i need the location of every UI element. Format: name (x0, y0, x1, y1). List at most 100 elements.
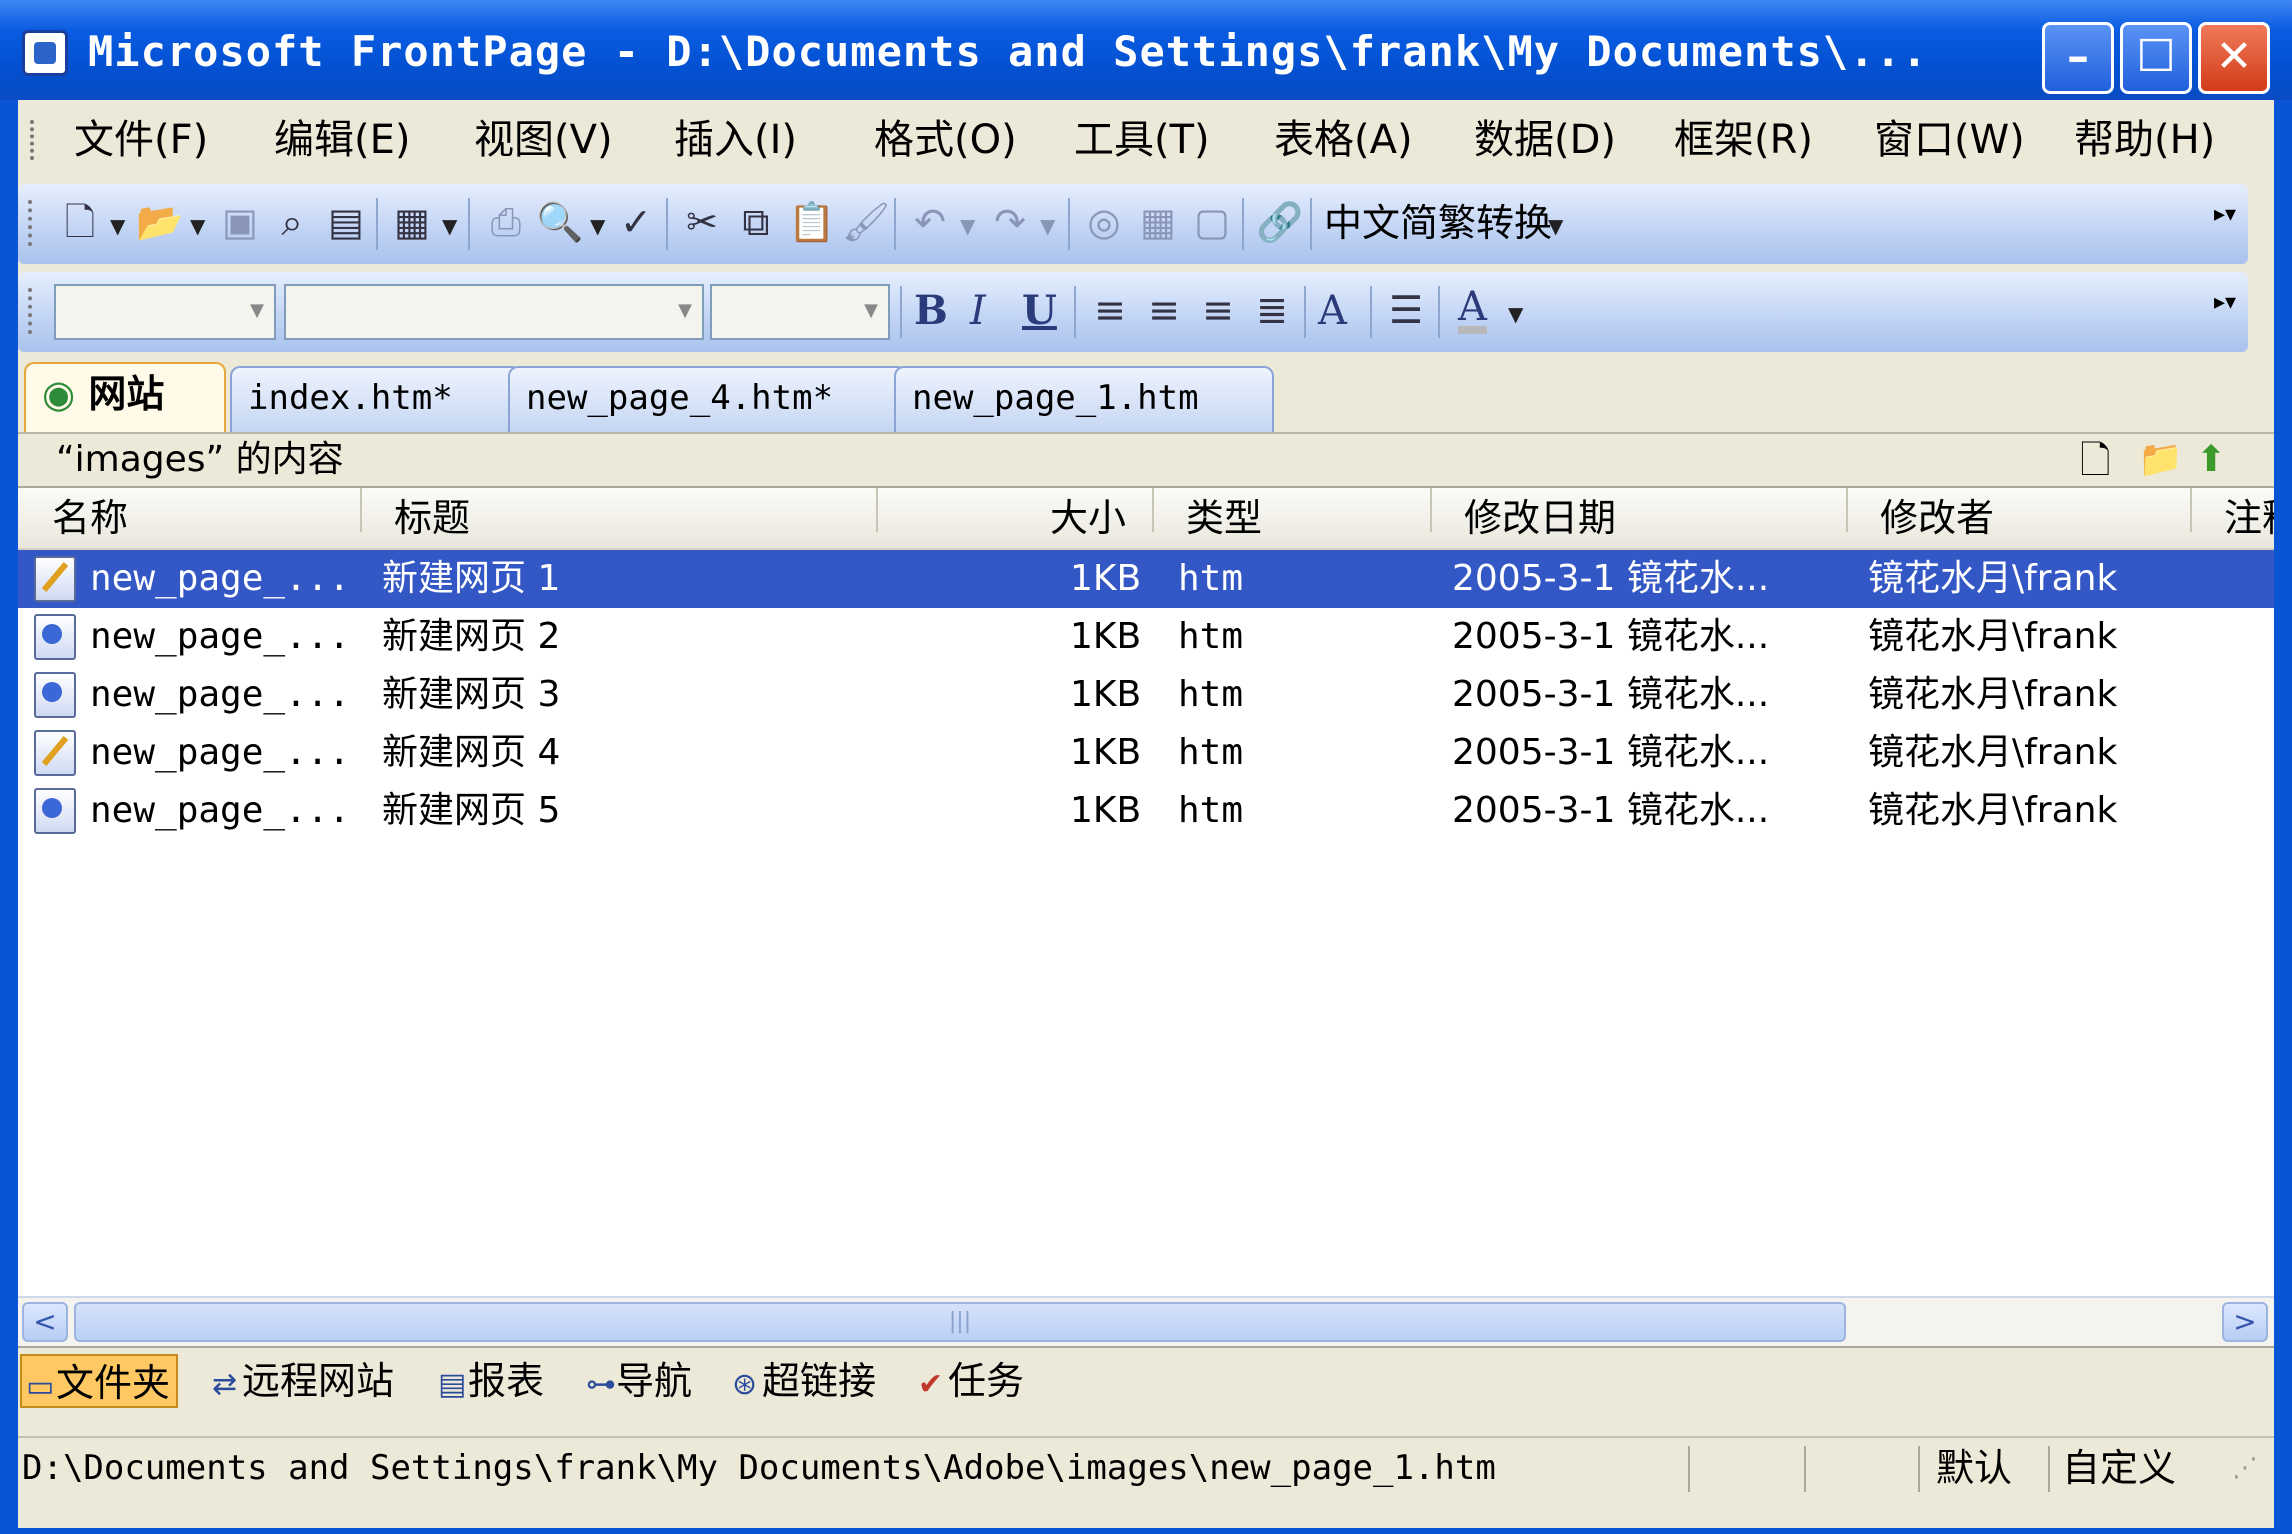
toolbar-options-icon[interactable]: ▸▾ (2214, 192, 2236, 238)
frontpage-app-icon[interactable] (22, 30, 68, 76)
column-size[interactable]: 大小 (1050, 488, 1126, 548)
tab-new-page-4[interactable]: new_page_4.htm* (508, 366, 908, 432)
column-modified-by[interactable]: 修改者 (1880, 488, 1994, 548)
cut-icon[interactable]: ✂ (680, 200, 724, 244)
tab-index-htm[interactable]: index.htm* (230, 366, 522, 432)
close-button[interactable]: ✕ (2198, 22, 2270, 94)
insert-table-icon[interactable]: ▦ (1136, 200, 1180, 244)
column-divider[interactable] (1152, 488, 1154, 532)
menu-edit[interactable]: 编辑(E) (274, 114, 410, 166)
scroll-thumb[interactable]: ||| (74, 1302, 1846, 1342)
preview-dropdown-arrow[interactable]: ▼ (590, 214, 605, 238)
toolbar-grip[interactable] (28, 200, 38, 246)
column-comments[interactable]: 注释 (2224, 488, 2274, 548)
menu-file[interactable]: 文件(F) (74, 114, 208, 166)
column-divider[interactable] (876, 488, 878, 532)
table-row[interactable]: new_page_... 新建网页 2 1KB htm 2005-3-1 镜花水… (18, 608, 2274, 666)
font-color-arrow[interactable]: ▼ (1508, 302, 1523, 326)
open-folder-icon[interactable]: 📂 (136, 200, 183, 244)
column-type[interactable]: 类型 (1186, 488, 1262, 548)
column-divider[interactable] (1846, 488, 1848, 532)
insert-layer-icon[interactable]: ▢ (1190, 200, 1234, 244)
chinese-convert-button[interactable]: 中文简繁转换 (1324, 200, 1552, 246)
scroll-left-button[interactable]: < (22, 1302, 68, 1342)
menu-help[interactable]: 帮助(H) (2074, 114, 2215, 166)
font-color-button[interactable]: A (1458, 287, 1487, 334)
spelling-icon[interactable]: ✓ (614, 200, 658, 244)
redo-icon[interactable]: ↷ (988, 200, 1032, 244)
align-left-icon[interactable]: ≡ (1088, 288, 1132, 332)
undo-icon[interactable]: ↶ (908, 200, 952, 244)
new-folder-icon[interactable]: 📁 (2138, 440, 2183, 480)
up-folder-icon[interactable]: ⬆ (2196, 440, 2236, 480)
undo-dropdown-arrow[interactable]: ▼ (960, 214, 975, 238)
column-divider[interactable] (360, 488, 362, 532)
table-row[interactable]: new_page_... 新建网页 5 1KB htm 2005-3-1 镜花水… (18, 782, 2274, 840)
font-combo-arrow[interactable]: ▼ (678, 300, 692, 321)
new-page-icon[interactable]: 🗋 (58, 200, 102, 244)
view-reports[interactable]: ▤报表 (434, 1354, 550, 1408)
style-combo-arrow[interactable]: ▼ (250, 300, 264, 321)
menu-grip[interactable] (30, 120, 40, 160)
toggle-pane-icon[interactable]: ▦ (390, 200, 434, 244)
menu-window[interactable]: 窗口(W) (1874, 114, 2025, 166)
align-right-icon[interactable]: ≡ (1196, 288, 1240, 332)
increase-font-button[interactable]: A (1318, 288, 1347, 334)
view-hyperlinks[interactable]: ⊛ 超链接 (728, 1354, 882, 1408)
table-row[interactable]: new_page_... 新建网页 1 1KB htm 2005-3-1 镜花水… (18, 550, 2274, 608)
view-tasks[interactable]: ✔ 任务 (914, 1354, 1030, 1408)
menu-view[interactable]: 视图(V) (474, 114, 613, 166)
view-folders[interactable]: ▭文件夹 (20, 1354, 179, 1408)
new-page-icon[interactable]: 🗋 (2080, 440, 2120, 480)
status-default[interactable]: 默认 (1936, 1438, 2012, 1498)
redo-dropdown-arrow[interactable]: ▼ (1040, 214, 1055, 238)
menu-insert[interactable]: 插入(I) (674, 114, 797, 166)
underline-button[interactable]: U (1022, 288, 1057, 334)
column-divider[interactable] (2190, 488, 2192, 532)
bullet-list-icon[interactable]: ☰ (1384, 288, 1428, 332)
tab-website[interactable]: ◉ 网站 (24, 362, 226, 434)
copy-icon[interactable]: ⧉ (734, 200, 778, 244)
status-custom[interactable]: 自定义 (2062, 1438, 2176, 1498)
menu-table[interactable]: 表格(A) (1274, 114, 1413, 166)
save-icon[interactable]: ▣ (218, 200, 262, 244)
table-row[interactable]: new_page_... 新建网页 4 1KB htm 2005-3-1 镜花水… (18, 724, 2274, 782)
view-remote-site[interactable]: ⇄ 远程网站 (208, 1354, 400, 1408)
preview-icon[interactable]: 🔍 (536, 200, 583, 244)
format-toolbar-grip[interactable] (28, 288, 38, 334)
paste-icon[interactable]: 📋 (788, 200, 835, 244)
format-toolbar-options-icon[interactable]: ▸▾ (2214, 280, 2236, 326)
column-name[interactable]: 名称 (52, 488, 128, 548)
italic-button[interactable]: I (970, 288, 986, 334)
scroll-right-button[interactable]: > (2222, 1302, 2268, 1342)
menu-format[interactable]: 格式(O) (874, 114, 1017, 166)
menu-frames[interactable]: 框架(R) (1674, 114, 1813, 166)
hyperlink-icon[interactable]: 🔗 (1256, 200, 1303, 244)
menu-data[interactable]: 数据(D) (1474, 114, 1616, 166)
font-combo[interactable]: ▼ (284, 284, 704, 340)
resize-grip-icon[interactable]: ⋰ (2232, 1438, 2258, 1498)
font-size-combo-arrow[interactable]: ▼ (864, 300, 878, 321)
publish-icon[interactable]: ▤ (324, 200, 368, 244)
format-painter-icon[interactable]: 🖌 (842, 200, 890, 244)
tab-new-page-1[interactable]: new_page_1.htm (894, 366, 1274, 432)
title-bar[interactable]: Microsoft FrontPage - D:\Documents and S… (0, 0, 2292, 100)
print-icon[interactable]: ⎙ (484, 200, 528, 244)
open-dropdown-arrow[interactable]: ▼ (190, 214, 205, 238)
web-component-icon[interactable]: ◎ (1082, 200, 1126, 244)
column-divider[interactable] (1430, 488, 1432, 532)
font-size-combo[interactable]: ▼ (710, 284, 890, 340)
horizontal-scrollbar[interactable]: < ||| > (18, 1296, 2274, 1346)
style-combo[interactable]: ▼ (54, 284, 276, 340)
view-navigation[interactable]: ⊶导航 (582, 1354, 698, 1408)
table-row[interactable]: new_page_... 新建网页 3 1KB htm 2005-3-1 镜花水… (18, 666, 2274, 724)
bold-button[interactable]: B (914, 288, 948, 334)
column-modified-date[interactable]: 修改日期 (1464, 488, 1616, 548)
minimize-button[interactable]: – (2042, 22, 2114, 94)
column-title[interactable]: 标题 (394, 488, 470, 548)
search-icon[interactable]: ⌕ (270, 200, 314, 244)
chinese-convert-arrow[interactable]: ▼ (1548, 214, 1563, 238)
new-dropdown-arrow[interactable]: ▼ (110, 214, 125, 238)
maximize-button[interactable]: ☐ (2120, 22, 2192, 94)
justify-icon[interactable]: ≣ (1250, 288, 1294, 332)
